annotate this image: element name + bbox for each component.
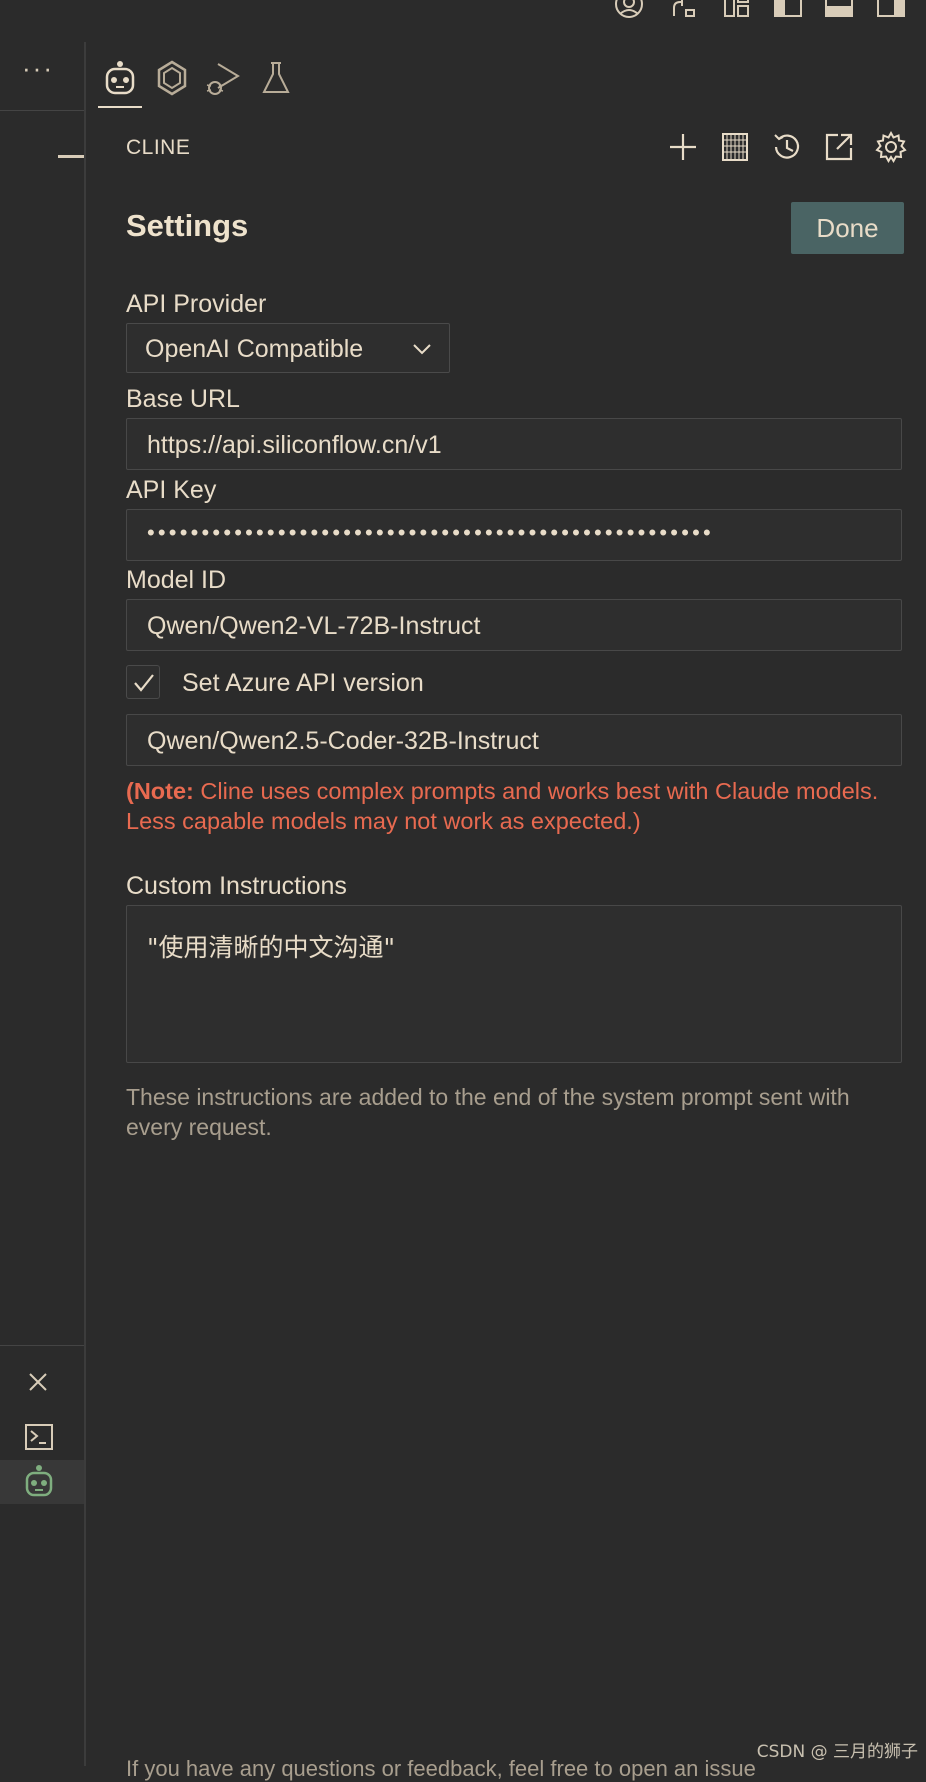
note-text: Cline uses complex prompts and works bes…: [126, 778, 879, 834]
model-id-label: Model ID: [126, 566, 227, 594]
account-icon[interactable]: [614, 0, 644, 22]
toggle-primary-sidebar-icon[interactable]: [773, 0, 803, 22]
history-icon[interactable]: [770, 130, 804, 164]
custom-instructions-help: These instructions are added to the end …: [126, 1084, 850, 1140]
minus-icon: [58, 155, 84, 158]
panel-divider: [0, 110, 84, 111]
api-provider-value: OpenAI Compatible: [145, 335, 364, 363]
azure-api-version-field[interactable]: Qwen/Qwen2.5-Coder-32B-Instruct: [126, 714, 902, 766]
toggle-panel-icon[interactable]: [824, 0, 854, 22]
more-actions-button[interactable]: ···: [22, 55, 54, 81]
model-id-value: Qwen/Qwen2-VL-72B-Instruct: [147, 612, 481, 640]
open-in-editor-icon[interactable]: [822, 130, 856, 164]
api-provider-label: API Provider: [126, 290, 267, 318]
gemini-icon: [157, 60, 187, 96]
model-id-field[interactable]: Qwen/Qwen2-VL-72B-Instruct: [126, 599, 902, 651]
watermark: CSDN @ 三月的狮子: [756, 1742, 918, 1762]
tab-run-debug[interactable]: [204, 58, 244, 98]
tab-cline[interactable]: [100, 58, 140, 98]
sidebar-border: [84, 42, 86, 1766]
model-warning-note: (Note: Cline uses complex prompts and wo…: [126, 776, 906, 836]
tab-gemini[interactable]: [152, 58, 192, 98]
api-key-value: ••••••••••••••••••••••••••••••••••••••••…: [147, 520, 714, 545]
azure-api-version-checkbox[interactable]: [126, 665, 160, 699]
custom-instructions-label: Custom Instructions: [126, 872, 347, 900]
panel-divider: [0, 1345, 84, 1346]
customize-layout-icon[interactable]: [722, 0, 752, 22]
tab-testing[interactable]: [256, 58, 296, 98]
run-debug-icon: [206, 63, 240, 95]
base-url-field[interactable]: https://api.siliconflow.cn/v1: [126, 418, 902, 470]
api-provider-dropdown[interactable]: OpenAI Compatible: [126, 323, 450, 373]
accounts-share-icon[interactable]: [668, 0, 698, 22]
checkmark-icon: [134, 674, 154, 692]
azure-api-version-value: Qwen/Qwen2.5-Coder-32B-Instruct: [147, 727, 539, 755]
api-key-field[interactable]: ••••••••••••••••••••••••••••••••••••••••…: [126, 509, 902, 561]
api-key-label: API Key: [126, 476, 217, 504]
chevron-down-icon: [411, 338, 433, 360]
custom-instructions-value: "使用清晰的中文沟通": [147, 933, 395, 962]
settings-gear-icon[interactable]: [874, 130, 908, 164]
azure-api-version-label[interactable]: Set Azure API version: [182, 669, 424, 698]
new-task-icon[interactable]: [666, 130, 700, 164]
done-button[interactable]: Done: [791, 202, 904, 254]
base-url-label: Base URL: [126, 385, 240, 413]
testing-flask-icon: [262, 62, 290, 93]
panel-title: CLINE: [126, 136, 191, 159]
left-side-panel: [0, 42, 84, 1766]
base-url-value: https://api.siliconflow.cn/v1: [147, 431, 442, 459]
note-prefix: (Note:: [126, 778, 194, 804]
cline-robot-icon[interactable]: [24, 1464, 54, 1498]
cline-robot-icon: [105, 61, 135, 95]
terminal-icon[interactable]: [24, 1423, 54, 1451]
close-icon[interactable]: [26, 1370, 50, 1394]
mcp-servers-icon[interactable]: [718, 130, 752, 164]
settings-title: Settings: [126, 208, 249, 243]
custom-instructions-textarea[interactable]: "使用清晰的中文沟通": [126, 905, 902, 1063]
toggle-secondary-sidebar-icon[interactable]: [876, 0, 906, 22]
active-tab-indicator: [98, 106, 142, 108]
feedback-text: If you have any questions or feedback, f…: [126, 1756, 756, 1781]
